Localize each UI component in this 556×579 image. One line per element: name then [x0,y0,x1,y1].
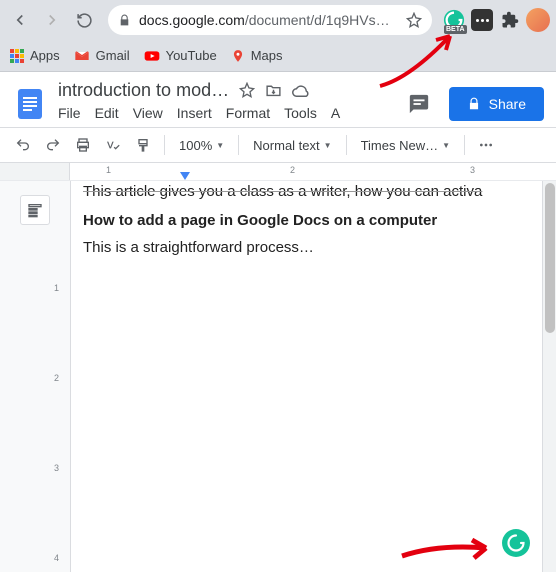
youtube-label: YouTube [166,48,217,63]
profile-avatar[interactable] [526,8,550,32]
share-button[interactable]: Share [449,87,544,121]
youtube-bookmark[interactable]: YouTube [144,48,217,64]
extensions-puzzle-icon[interactable] [498,8,522,32]
vruler-mark: 3 [54,463,59,473]
ruler-mark: 1 [106,165,111,175]
bookmark-star-icon[interactable] [406,12,422,28]
font-dropdown[interactable]: Times New…▼ [355,132,456,158]
menu-format[interactable]: Format [226,105,270,121]
document-page[interactable]: This article gives you a class as a writ… [70,181,542,572]
document-title[interactable]: introduction to mod… [58,80,229,101]
vruler-mark: 1 [54,283,59,293]
more-toolbar-button[interactable] [473,132,499,158]
menu-insert[interactable]: Insert [177,105,212,121]
forward-button[interactable] [38,6,66,34]
undo-button[interactable] [10,132,36,158]
menu-bar: File Edit View Insert Format Tools A [58,101,391,127]
url-text: docs.google.com/document/d/1q9HVs… [139,12,398,28]
print-button[interactable] [70,132,96,158]
separator [238,135,239,155]
beta-badge: BETA [444,25,467,34]
menu-file[interactable]: File [58,105,81,121]
back-button[interactable] [6,6,34,34]
gmail-label: Gmail [96,48,130,63]
chevron-down-icon: ▼ [324,141,332,150]
lock-icon [467,97,481,111]
separator [464,135,465,155]
lock-icon [118,14,131,27]
horizontal-ruler[interactable]: 1 2 3 [0,163,556,181]
redo-button[interactable] [40,132,66,158]
maps-label: Maps [251,48,283,63]
apps-shortcut[interactable]: Apps [10,48,60,63]
body-text: This is a straightforward process… [83,239,530,256]
docs-logo[interactable] [12,86,48,122]
scrollbar-thumb[interactable] [545,183,555,333]
gmail-bookmark[interactable]: Gmail [74,48,130,64]
cloud-status-icon[interactable] [292,82,310,100]
vertical-scrollbar[interactable] [542,181,556,572]
separator [164,135,165,155]
vruler-mark: 4 [54,553,59,563]
grammarly-extension-icon[interactable]: BETA [442,8,466,32]
menu-tools[interactable]: Tools [284,105,317,121]
chevron-down-icon: ▼ [442,141,450,150]
toolbar: 100%▼ Normal text▼ Times New…▼ [0,128,556,163]
star-icon[interactable] [239,82,255,98]
menu-view[interactable]: View [133,105,163,121]
ruler-mark: 3 [470,165,475,175]
vertical-ruler[interactable]: 1 2 3 4 [60,181,70,572]
gmail-icon [74,48,90,64]
maps-bookmark[interactable]: Maps [231,48,283,64]
apps-grid-icon [10,49,24,63]
extension-dark-icon[interactable] [470,8,494,32]
separator [346,135,347,155]
font-value: Times New… [361,138,439,153]
vruler-mark: 2 [54,373,59,383]
chevron-down-icon: ▼ [216,141,224,150]
indent-marker-icon[interactable] [180,172,190,180]
youtube-icon [144,48,160,64]
menu-edit[interactable]: Edit [95,105,119,121]
address-bar[interactable]: docs.google.com/document/d/1q9HVs… [108,5,432,35]
body-heading: How to add a page in Google Docs on a co… [83,212,530,229]
zoom-value: 100% [179,138,212,153]
move-folder-icon[interactable] [265,82,282,99]
grammarly-floating-button[interactable] [502,529,530,557]
share-label: Share [489,96,526,112]
menu-addons[interactable]: A [331,105,340,121]
style-value: Normal text [253,138,319,153]
zoom-dropdown[interactable]: 100% ▼ [173,132,230,158]
reload-button[interactable] [70,6,98,34]
outline-toggle-button[interactable] [20,195,50,225]
comment-history-button[interactable] [401,86,437,122]
body-text: This article gives you a class as a writ… [83,183,530,200]
spellcheck-button[interactable] [100,132,126,158]
style-dropdown[interactable]: Normal text ▼ [247,132,337,158]
apps-label: Apps [30,48,60,63]
ruler-mark: 2 [290,165,295,175]
maps-icon [231,48,245,64]
paint-format-button[interactable] [130,132,156,158]
